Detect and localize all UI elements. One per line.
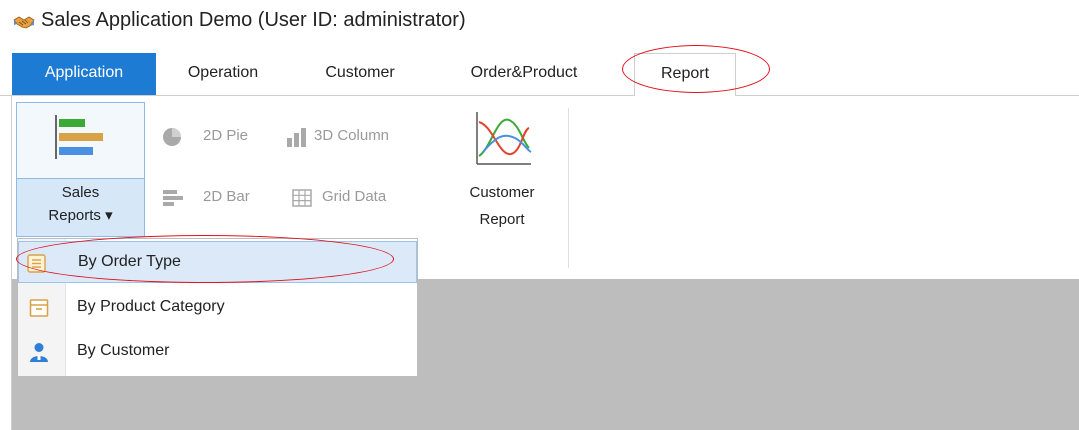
- tab-application[interactable]: Application: [12, 53, 156, 95]
- tab-order-product[interactable]: Order&Product: [449, 53, 599, 95]
- column-chart-icon: [287, 128, 306, 147]
- grid-icon: [292, 189, 312, 207]
- sales-reports-label-line2: Reports ▾: [48, 207, 113, 224]
- menu-item-label: By Order Type: [78, 253, 181, 270]
- customer-report-label-line1: Customer: [469, 184, 535, 201]
- sales-reports-icon-area[interactable]: [17, 103, 144, 178]
- window-title: Sales Application Demo (User ID: adminis…: [41, 9, 466, 31]
- menu-item-by-customer[interactable]: By Customer: [18, 331, 417, 373]
- ribbon-group-separator: [568, 108, 569, 268]
- tab-customer[interactable]: Customer: [313, 53, 407, 95]
- menu-item-label: By Product Category: [77, 298, 225, 315]
- pie-chart-icon: [163, 128, 181, 146]
- box-icon: [29, 299, 49, 317]
- sales-reports-label-line1: Sales: [61, 184, 100, 201]
- sales-reports-button[interactable]: Sales Reports ▾: [16, 102, 145, 237]
- customer-report-label-line2: Report: [479, 211, 525, 228]
- menu-item-label: By Customer: [77, 342, 170, 359]
- bar-chart-icon: [163, 190, 183, 206]
- 3d-column-label: 3D Column: [314, 127, 390, 144]
- menu-item-by-order-type[interactable]: By Order Type: [18, 241, 417, 283]
- sales-reports-menu: By Order Type By Product Category By Cus…: [17, 238, 418, 377]
- 2d-bar-label: 2D Bar: [203, 188, 250, 205]
- menu-item-by-product-category[interactable]: By Product Category: [18, 287, 417, 329]
- handshake-icon: [13, 16, 35, 29]
- line-chart-icon: [476, 112, 532, 165]
- title-bar: Sales Application Demo (User ID: adminis…: [0, 0, 1079, 44]
- grid-data-label: Grid Data: [322, 188, 387, 205]
- user-icon: [30, 343, 48, 362]
- list-icon: [27, 254, 46, 273]
- tab-operation[interactable]: Operation: [176, 53, 270, 95]
- tab-report[interactable]: Report: [634, 53, 736, 96]
- sales-reports-dropdown-area[interactable]: Sales Reports ▾: [17, 178, 144, 236]
- 2d-pie-label: 2D Pie: [203, 127, 249, 144]
- ribbon-tab-bar: Application Operation Customer Order&Pro…: [0, 53, 1079, 96]
- customer-report-button[interactable]: Customer Report: [447, 104, 557, 244]
